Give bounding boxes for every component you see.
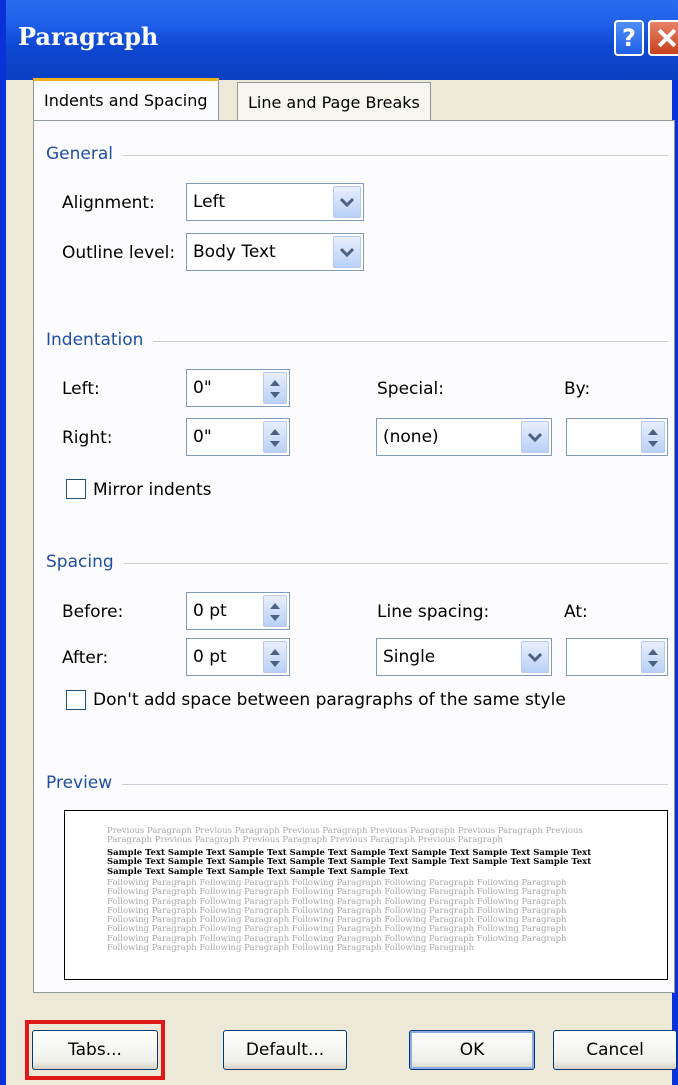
by-label: By:: [564, 379, 591, 399]
outline-level-value: Body Text: [193, 242, 276, 262]
chevron-down-icon[interactable]: [521, 421, 549, 453]
chevron-down-icon[interactable]: [333, 236, 361, 268]
special-value: (none): [383, 427, 439, 447]
section-divider: [46, 563, 668, 564]
general-section-title: General: [46, 144, 123, 164]
tab-line-and-page-breaks[interactable]: Line and Page Breaks: [237, 82, 431, 124]
help-button[interactable]: ?: [614, 20, 644, 56]
section-divider: [46, 784, 668, 785]
left-indent-label: Left:: [62, 379, 100, 399]
line-spacing-select[interactable]: Single: [376, 638, 552, 676]
right-indent-label: Right:: [62, 428, 113, 448]
left-indent-spinner[interactable]: 0": [186, 369, 290, 407]
preview-section-title: Preview: [46, 773, 123, 793]
before-spinner[interactable]: 0 pt: [186, 592, 290, 630]
ok-button[interactable]: OK: [409, 1030, 535, 1070]
preview-sample-text: Sample Text Sample Text Sample Text Samp…: [107, 849, 592, 877]
alignment-select[interactable]: Left: [186, 183, 364, 221]
spin-arrows-icon[interactable]: [263, 372, 287, 404]
chevron-down-icon[interactable]: [333, 186, 361, 218]
after-value: 0 pt: [193, 647, 227, 667]
preview-previous-paragraph: Previous Paragraph Previous Paragraph Pr…: [107, 827, 583, 846]
tab-label: Indents and Spacing: [44, 91, 208, 110]
right-indent-spinner[interactable]: 0": [186, 418, 290, 456]
left-indent-value: 0": [193, 378, 212, 398]
tab-label: Line and Page Breaks: [248, 93, 420, 112]
line-spacing-label: Line spacing:: [377, 602, 490, 622]
close-button[interactable]: [648, 20, 678, 56]
preview-box: Previous Paragraph Previous Paragraph Pr…: [64, 810, 668, 980]
after-label: After:: [62, 648, 109, 668]
at-label: At:: [564, 602, 588, 622]
paragraph-dialog: Paragraph ? Indents and Spacing Line and…: [0, 0, 678, 1085]
special-label: Special:: [377, 379, 444, 399]
at-spinner[interactable]: [566, 638, 668, 676]
cancel-button[interactable]: Cancel: [553, 1030, 677, 1070]
alignment-value: Left: [193, 192, 225, 212]
indentation-section-title: Indentation: [46, 330, 154, 350]
chevron-down-icon[interactable]: [521, 641, 549, 673]
right-indent-value: 0": [193, 427, 212, 447]
spacing-section-title: Spacing: [46, 552, 124, 572]
spin-arrows-icon[interactable]: [641, 641, 665, 673]
spin-arrows-icon[interactable]: [263, 421, 287, 453]
dialog-title: Paragraph: [18, 22, 159, 51]
tabs-button-highlight: [25, 1020, 165, 1080]
dont-add-space-checkbox[interactable]: [66, 690, 86, 710]
title-bar: Paragraph ?: [6, 0, 678, 80]
spin-arrows-icon[interactable]: [641, 421, 665, 453]
before-label: Before:: [62, 602, 124, 622]
mirror-indents-checkbox[interactable]: [66, 479, 86, 499]
close-icon: [650, 22, 678, 54]
by-spinner[interactable]: [566, 418, 668, 456]
default-button-label: Default...: [245, 1040, 325, 1060]
preview-following-paragraph: Following Paragraph Following Paragraph …: [107, 879, 567, 954]
spin-arrows-icon[interactable]: [263, 641, 287, 673]
cancel-button-label: Cancel: [586, 1040, 644, 1060]
tab-indents-and-spacing[interactable]: Indents and Spacing: [33, 78, 219, 122]
alignment-label: Alignment:: [62, 193, 155, 213]
spin-arrows-icon[interactable]: [263, 595, 287, 627]
special-select[interactable]: (none): [376, 418, 552, 456]
mirror-indents-label[interactable]: Mirror indents: [93, 480, 212, 500]
section-divider: [46, 155, 668, 156]
before-value: 0 pt: [193, 601, 227, 621]
ok-button-label: OK: [459, 1040, 485, 1060]
dont-add-space-label[interactable]: Don't add space between paragraphs of th…: [93, 690, 566, 710]
outline-level-label: Outline level:: [62, 243, 176, 263]
default-button[interactable]: Default...: [223, 1030, 347, 1070]
outline-level-select[interactable]: Body Text: [186, 233, 364, 271]
after-spinner[interactable]: 0 pt: [186, 638, 290, 676]
line-spacing-value: Single: [383, 647, 436, 667]
